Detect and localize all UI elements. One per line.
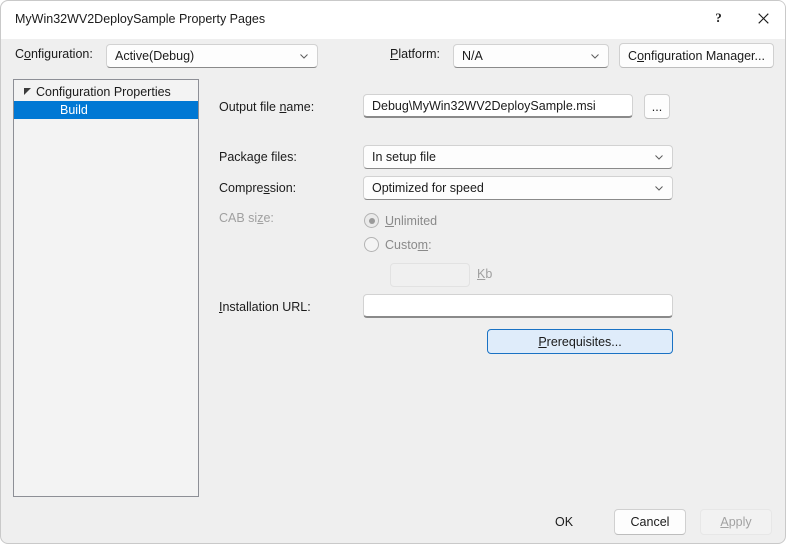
output-file-name-value: Debug\MyWin32WV2DeploySample.msi (372, 98, 596, 113)
platform-value: N/A (462, 49, 483, 63)
window-title: MyWin32WV2DeploySample Property Pages (15, 12, 266, 26)
close-button[interactable] (741, 1, 785, 35)
platform-label: Platform: (390, 47, 441, 61)
chevron-down-icon (300, 54, 308, 59)
compression-label: Compression: (219, 181, 297, 195)
cancel-button[interactable]: Cancel (614, 509, 686, 535)
radio-selected-icon (364, 213, 379, 228)
prerequisites-button[interactable]: Prerequisites... (487, 329, 673, 354)
platform-select[interactable]: N/A (453, 44, 609, 68)
cab-size-unit-label: Kb (477, 267, 493, 281)
tree-item-configuration-properties[interactable]: Configuration Properties (14, 83, 198, 101)
output-file-name-input[interactable]: Debug\MyWin32WV2DeploySample.msi (363, 94, 633, 118)
cab-size-custom-label: Custom: (385, 237, 432, 252)
chevron-down-icon (591, 54, 599, 59)
browse-button[interactable]: ... (644, 94, 670, 119)
help-button[interactable]: ? (696, 1, 741, 35)
radio-unselected-icon (364, 237, 379, 252)
property-pages-dialog: MyWin32WV2DeploySample Property Pages ? … (0, 0, 786, 544)
cab-size-label: CAB size: (219, 211, 274, 225)
triangle-expanded-icon[interactable] (24, 88, 36, 96)
cab-size-unlimited-label: Unlimited (385, 213, 438, 228)
tree-item-label: Build (60, 103, 88, 117)
package-files-value: In setup file (372, 150, 436, 164)
configuration-label: Configuration: (15, 47, 93, 61)
title-bar: MyWin32WV2DeploySample Property Pages ? (1, 1, 785, 39)
configuration-manager-button[interactable]: Co nfiguration Manager... (619, 43, 774, 68)
ok-button[interactable]: OK (528, 509, 600, 535)
installation-url-label: Installation URL: (219, 300, 311, 314)
configuration-value: Active(Debug) (115, 49, 195, 63)
chevron-down-icon (655, 186, 663, 191)
question-mark-icon: ? (715, 10, 722, 25)
cab-size-custom-input[interactable] (390, 263, 470, 287)
cab-size-custom-radio[interactable]: Custom: (364, 237, 432, 252)
chevron-down-icon (655, 155, 663, 160)
tree-item-build[interactable]: Build (14, 101, 198, 119)
configuration-tree[interactable]: Configuration Properties Build (13, 79, 199, 497)
package-files-select[interactable]: In setup file (363, 145, 673, 169)
package-files-label: Package files: (219, 150, 297, 164)
configuration-select[interactable]: Active(Debug) (106, 44, 318, 68)
close-icon (758, 12, 769, 24)
installation-url-input[interactable] (363, 294, 673, 318)
compression-value: Optimized for speed (372, 181, 484, 195)
tree-item-label: Configuration Properties (36, 85, 171, 99)
output-file-name-label: Output file name: (219, 100, 315, 114)
apply-button: Apply (700, 509, 772, 535)
cab-size-unlimited-radio[interactable]: Unlimited (364, 213, 437, 228)
configuration-row: Configuration: Active(Debug) Platform: N… (1, 39, 785, 71)
compression-select[interactable]: Optimized for speed (363, 176, 673, 200)
